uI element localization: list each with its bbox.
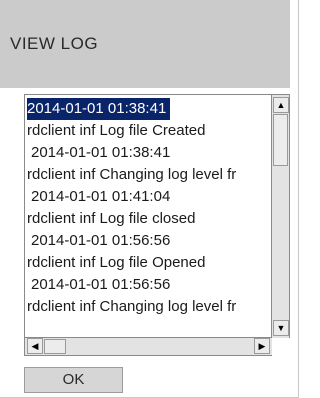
- log-viewer: 2014-01-01 01:38:41 rdclient inf Log fil…: [24, 94, 290, 374]
- log-line[interactable]: rdclient inf Changing log level fr: [27, 164, 271, 186]
- view-log-dialog: VIEW LOG 2014-01-01 01:38:41 rdclient in…: [0, 0, 299, 398]
- triangle-left-icon: ◀: [31, 341, 39, 351]
- log-line[interactable]: 2014-01-01 01:41:04: [27, 186, 271, 208]
- log-line[interactable]: 2014-01-01 01:38:41: [27, 142, 271, 164]
- log-line[interactable]: 2014-01-01 01:56:56: [27, 274, 271, 296]
- dialog-header: VIEW LOG: [0, 0, 290, 88]
- scroll-down-button[interactable]: ▼: [273, 320, 289, 336]
- dialog-title: VIEW LOG: [10, 34, 99, 53]
- log-line[interactable]: 2014-01-01 01:38:41: [27, 98, 171, 120]
- scroll-left-button[interactable]: ◀: [27, 338, 43, 354]
- scroll-right-button[interactable]: ▶: [254, 338, 270, 354]
- ok-button[interactable]: OK: [24, 367, 123, 393]
- scroll-up-button[interactable]: ▲: [273, 97, 289, 113]
- triangle-up-icon: ▲: [276, 100, 286, 110]
- horizontal-scrollbar[interactable]: ◀ ▶: [24, 338, 272, 356]
- scrollbar-corner: [272, 338, 290, 356]
- log-line[interactable]: rdclient inf Changing log level fr: [27, 296, 271, 318]
- log-line[interactable]: rdclient inf Log file closed: [27, 208, 271, 230]
- log-line[interactable]: 2014-01-01 01:56:56: [27, 230, 271, 252]
- log-line[interactable]: rdclient inf Log file Opened: [27, 252, 271, 274]
- triangle-down-icon: ▼: [276, 323, 286, 333]
- log-line[interactable]: rdclient inf Log file Created: [27, 120, 271, 142]
- horizontal-scroll-thumb[interactable]: [44, 339, 66, 354]
- triangle-right-icon: ▶: [258, 341, 266, 351]
- vertical-scroll-thumb[interactable]: [273, 114, 288, 166]
- log-list[interactable]: 2014-01-01 01:38:41 rdclient inf Log fil…: [24, 94, 272, 338]
- vertical-scrollbar[interactable]: ▲ ▼: [272, 94, 290, 338]
